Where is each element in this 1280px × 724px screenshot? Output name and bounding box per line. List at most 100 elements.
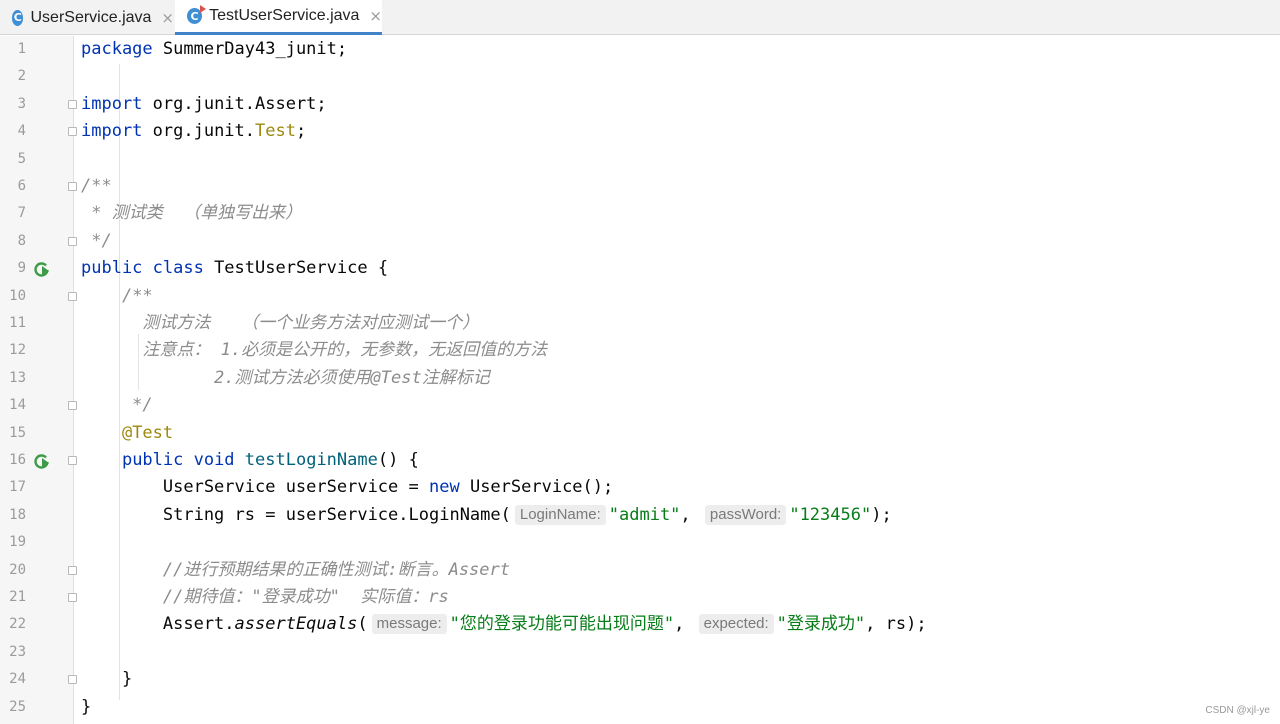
code-text: @Test xyxy=(81,420,173,447)
code-token: "登录成功" xyxy=(776,614,866,635)
fold-marker-icon[interactable] xyxy=(68,565,77,575)
run-test-icon[interactable] xyxy=(34,453,50,469)
code-token: import xyxy=(81,121,143,142)
code-line[interactable]: 24 } xyxy=(0,666,1280,693)
code-token: ; xyxy=(295,121,307,142)
line-number: 22 xyxy=(9,616,26,633)
code-text: 注意点： 1.必须是公开的，无参数，无返回值的方法 xyxy=(81,337,547,364)
line-number: 20 xyxy=(9,561,26,578)
fold-marker-icon[interactable] xyxy=(68,456,77,465)
code-text: */ xyxy=(81,228,111,255)
line-number: 18 xyxy=(9,506,26,523)
code-token: //期待值："登录成功" 实际值：rs xyxy=(81,587,449,607)
code-line[interactable]: 2 xyxy=(0,63,1280,90)
line-number: 1 xyxy=(17,41,26,57)
line-number: 19 xyxy=(9,534,26,551)
fold-marker-icon[interactable] xyxy=(68,675,77,685)
line-number: 25 xyxy=(9,698,26,715)
code-token: */ xyxy=(81,395,153,416)
line-number: 13 xyxy=(9,369,26,386)
line-number: 9 xyxy=(17,260,26,277)
code-line[interactable]: 21 //期待值："登录成功" 实际值：rs xyxy=(0,584,1280,611)
code-token: UserService userService = xyxy=(81,477,429,498)
code-text: //进行预期结果的正确性测试:断言。Assert xyxy=(81,557,510,584)
code-line[interactable]: 4 import org.junit.Test; xyxy=(0,118,1280,145)
code-line[interactable]: 12 注意点： 1.必须是公开的，无参数，无返回值的方法 xyxy=(0,337,1280,364)
code-line[interactable]: 18 String rs = userService.LoginName(Log… xyxy=(0,502,1280,529)
tab-userservice-java[interactable]: C UserService.java × xyxy=(0,0,174,35)
code-text: UserService userService = new UserServic… xyxy=(81,474,613,501)
fold-marker-icon[interactable] xyxy=(68,291,77,301)
code-line[interactable]: 9 public class TestUserService { xyxy=(0,255,1280,282)
code-line[interactable]: 8 */ xyxy=(0,228,1280,255)
code-line[interactable]: 22 Assert.assertEquals(message: "您的登录功能可能… xyxy=(0,611,1280,638)
java-test-class-icon: C xyxy=(187,5,207,24)
code-line[interactable]: 1 package SummerDay43_junit; xyxy=(0,36,1280,63)
code-token: TestUserService { xyxy=(203,258,389,279)
code-text: /** xyxy=(81,173,112,200)
line-number: 15 xyxy=(9,424,26,441)
code-line[interactable]: 17 UserService userService = new UserSer… xyxy=(0,474,1280,501)
code-token: "您的登录功能可能出现问题" xyxy=(449,614,675,635)
fold-marker-icon[interactable] xyxy=(68,182,77,191)
line-number: 5 xyxy=(17,150,26,167)
code-text: */ xyxy=(81,392,153,419)
code-line[interactable]: 11 测试方法 （一个业务方法对应测试一个） xyxy=(0,310,1280,337)
code-token: , xyxy=(680,504,701,525)
line-number: 16 xyxy=(9,452,26,468)
code-line[interactable]: 16 public void testLoginName() { xyxy=(0,447,1280,474)
fold-marker-icon[interactable] xyxy=(68,127,77,137)
code-line[interactable]: 14 */ xyxy=(0,392,1280,419)
line-number: 21 xyxy=(9,589,26,605)
code-line[interactable]: 3 import org.junit.Assert; xyxy=(0,91,1280,118)
code-line[interactable]: 5 xyxy=(0,146,1280,173)
parameter-hint: LoginName: xyxy=(514,504,606,525)
tab-label: TestUserService.java xyxy=(209,7,360,24)
tab-testuserservice-java[interactable]: C TestUserService.java × xyxy=(175,0,382,35)
code-line[interactable]: 10 /** xyxy=(0,283,1280,310)
code-token: new xyxy=(429,477,460,498)
editor-tab-bar: C UserService.java × C TestUserService.j… xyxy=(0,0,1280,35)
line-number: 24 xyxy=(9,671,26,688)
code-token: public class xyxy=(81,258,204,279)
line-number: 23 xyxy=(9,643,26,660)
code-line[interactable]: 25} xyxy=(0,694,1280,721)
code-line[interactable]: 13 2.测试方法必须使用@Test注解标记 xyxy=(0,365,1280,392)
fold-marker-icon[interactable] xyxy=(68,401,77,411)
fold-marker-icon[interactable] xyxy=(68,99,77,109)
code-token: "admit" xyxy=(608,504,681,525)
code-line[interactable]: 7 * 测试类 （单独写出来） xyxy=(0,200,1280,227)
parameter-hint: message: xyxy=(371,614,447,635)
code-token: String rs = userService.LoginName( xyxy=(81,504,511,525)
code-text: * 测试类 （单独写出来） xyxy=(81,200,302,227)
code-token: @Test xyxy=(121,422,174,443)
line-number: 11 xyxy=(9,315,26,331)
code-token: Assert. xyxy=(81,614,235,635)
code-line[interactable]: 23 xyxy=(0,639,1280,666)
code-token: 注意点： 1.必须是公开的，无参数，无返回值的方法 xyxy=(81,340,548,361)
close-icon[interactable]: × xyxy=(161,9,174,27)
line-number: 6 xyxy=(17,178,26,194)
code-line[interactable]: 19 xyxy=(0,529,1280,556)
code-token: } xyxy=(81,669,133,690)
code-text: Assert.assertEquals(message: "您的登录功能可能出现问… xyxy=(81,611,927,638)
line-number: 4 xyxy=(17,123,26,140)
run-test-icon[interactable] xyxy=(34,261,50,277)
code-token: SummerDay43_junit; xyxy=(152,39,348,59)
code-token: 2.测试方法必须使用@Test注解标记 xyxy=(81,367,490,388)
close-icon[interactable]: × xyxy=(369,7,382,25)
code-token: assertEquals xyxy=(234,614,358,635)
java-class-icon: C xyxy=(12,9,24,26)
line-number: 12 xyxy=(9,342,26,359)
line-number: 10 xyxy=(9,287,26,304)
code-text: } xyxy=(81,694,91,721)
code-line[interactable]: 6 /** xyxy=(0,173,1280,200)
fold-marker-icon[interactable] xyxy=(68,593,77,602)
code-text: String rs = userService.LoginName(LoginN… xyxy=(81,502,892,529)
code-token: testLoginName xyxy=(244,450,378,470)
fold-marker-icon[interactable] xyxy=(68,236,77,246)
code-line[interactable]: 20 //进行预期结果的正确性测试:断言。Assert xyxy=(0,557,1280,584)
code-text: import org.junit.Assert; xyxy=(81,91,327,118)
code-line[interactable]: 15 @Test xyxy=(0,420,1280,447)
